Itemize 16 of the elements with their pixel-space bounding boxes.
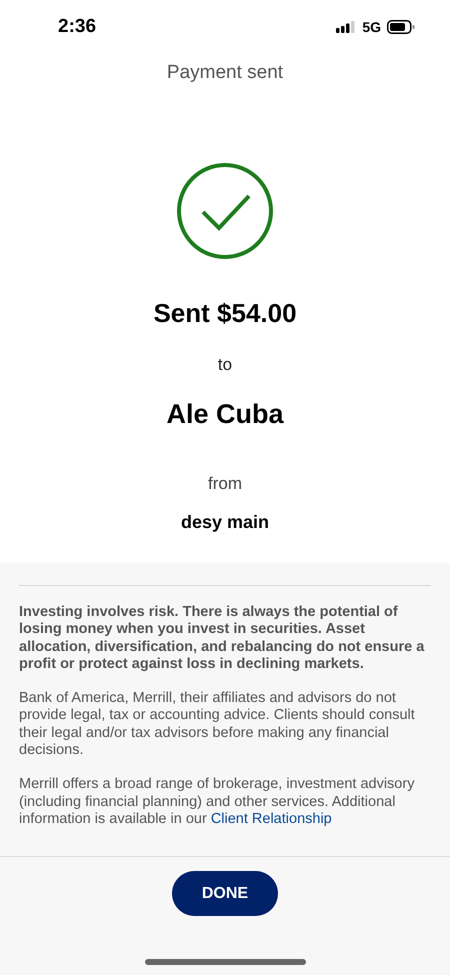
done-button[interactable]: DONE <box>172 871 278 916</box>
to-label: to <box>218 355 232 375</box>
signal-icon <box>336 21 356 33</box>
from-label: from <box>208 474 242 494</box>
services-disclaimer: Merrill offers a broad range of brokerage, investment advisory (including financial planning) and other services. Additional information is available in our Client Relationship <box>19 776 416 828</box>
recipient-name: Ale Cuba <box>166 399 284 430</box>
network-label: 5G <box>362 19 381 35</box>
page-title: Payment sent <box>166 62 284 84</box>
battery-icon <box>387 20 415 34</box>
sent-amount: Sent $54.00 <box>153 298 297 329</box>
account-name: desy main <box>180 512 270 533</box>
client-relationship-link[interactable]: Client Relationship <box>210 810 332 827</box>
check-circle-icon <box>176 162 274 260</box>
status-time: 2:36 <box>58 16 96 38</box>
risk-disclaimer: Investing involves risk. There is always the potential of losing money when you invest in securities. Asset allocation, diversification, and rebalancing do not ensure a profit or protect against loss in declining markets. <box>19 604 426 674</box>
advice-disclaimer: Bank of America, Merrill, their affiliates and advisors do not provide legal, tax or accounting advice. Clients should consult their legal and/or tax advisors before making any financial decisions. <box>19 690 416 760</box>
